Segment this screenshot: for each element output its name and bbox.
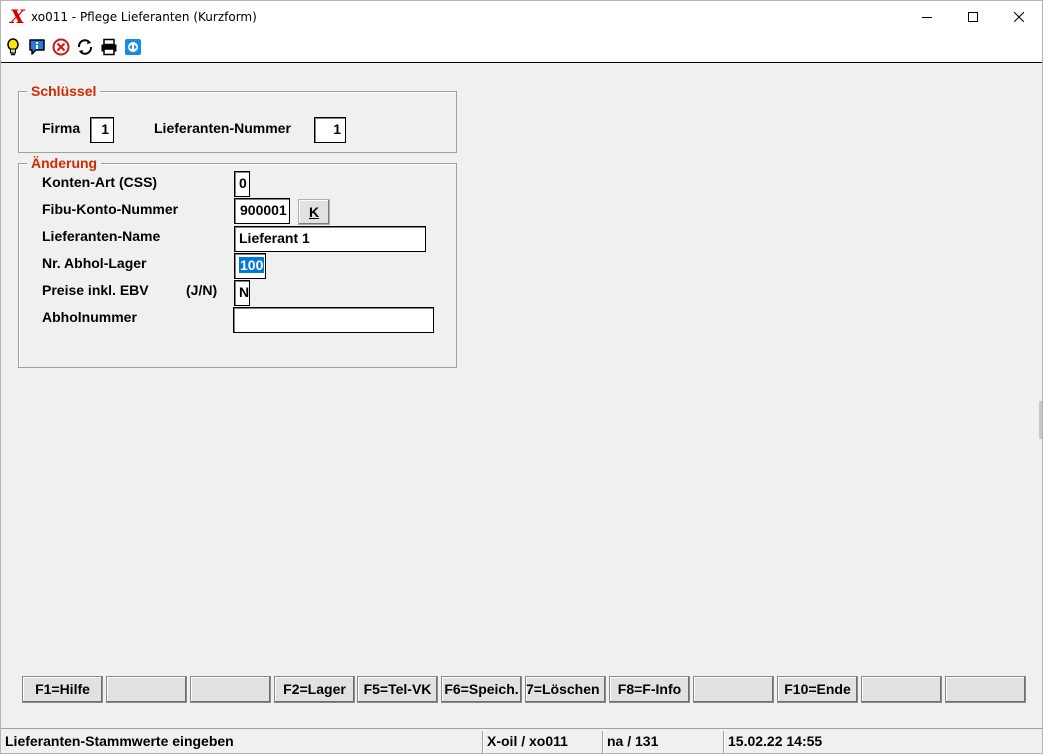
remote-support-icon[interactable] — [124, 38, 142, 56]
abhol-lager-selected-text: 100 — [239, 257, 265, 273]
lieferanten-name-label: Lieferanten-Name — [42, 228, 161, 244]
minimize-icon — [922, 16, 932, 18]
aenderung-group-title: Änderung — [27, 155, 102, 171]
lieferanten-name-field[interactable]: Lieferant 1 — [234, 226, 426, 252]
lieferanten-nummer-label: Lieferanten-Nummer — [154, 120, 291, 136]
fibu-konto-field[interactable]: 900001 — [234, 198, 290, 224]
preise-field[interactable]: N — [234, 280, 250, 306]
resize-edge — [1039, 401, 1042, 439]
close-button[interactable] — [996, 1, 1042, 32]
fkey-empty-button[interactable] — [106, 676, 187, 703]
f7-loeschen-button[interactable]: F7=Löschen — [525, 676, 606, 703]
abholnummer-field[interactable] — [233, 307, 434, 333]
status-message: Lieferanten-Stammwerte eingeben — [5, 733, 234, 749]
status-datetime: 15.02.22 14:55 — [723, 731, 1039, 753]
fibu-konto-label: Fibu-Konto-Nummer — [42, 201, 179, 217]
firma-field[interactable]: 1 — [90, 117, 114, 143]
f8-f-info-button[interactable]: F8=F-Info — [609, 676, 690, 703]
status-user: na / 131 — [602, 731, 722, 753]
printer-icon[interactable] — [100, 38, 118, 56]
app-logo-icon: X — [10, 6, 25, 28]
lightbulb-icon[interactable] — [4, 38, 22, 56]
f2-lager-button[interactable]: F2=Lager — [274, 676, 355, 703]
application-window: X xo011 - Pflege Lieferanten (Kurzform) — [0, 0, 1043, 754]
abhol-lager-field[interactable]: 100 — [234, 253, 266, 279]
maximize-icon — [968, 11, 978, 22]
fkey-empty-button[interactable] — [693, 676, 774, 703]
f5-tel-vk-button[interactable]: F5=Tel-VK — [357, 676, 438, 703]
close-icon — [1014, 11, 1024, 22]
abholnummer-label: Abholnummer — [42, 309, 137, 325]
status-bar: Lieferanten-Stammwerte eingeben X-oil / … — [1, 728, 1042, 753]
minimize-button[interactable] — [904, 1, 950, 32]
konten-art-label: Konten-Art (CSS) — [42, 174, 158, 190]
toolbar — [1, 33, 1042, 63]
schluessel-group-title: Schlüssel — [27, 83, 101, 99]
fkey-empty-button[interactable] — [861, 676, 942, 703]
fkey-empty-button[interactable] — [190, 676, 271, 703]
maximize-button[interactable] — [950, 1, 996, 32]
cancel-circle-icon[interactable] — [52, 38, 70, 56]
preise-label: Preise inkl. EBV — [42, 282, 149, 298]
lieferanten-nummer-field[interactable]: 1 — [314, 117, 346, 143]
firma-label: Firma — [42, 120, 81, 136]
info-icon[interactable] — [28, 38, 46, 56]
preise-hint: (J/N) — [186, 282, 218, 298]
f1-hilfe-button[interactable]: F1=Hilfe — [22, 676, 103, 703]
konto-lookup-button[interactable]: K — [298, 199, 330, 225]
window-title: xo011 - Pflege Lieferanten (Kurzform) — [31, 10, 257, 24]
f6-speichern-button[interactable]: F6=Speich. — [441, 676, 522, 703]
fkey-empty-button[interactable] — [945, 676, 1026, 703]
title-bar[interactable]: X xo011 - Pflege Lieferanten (Kurzform) — [1, 1, 1042, 33]
f10-ende-button[interactable]: F10=Ende — [777, 676, 858, 703]
status-program: X-oil / xo011 — [482, 731, 600, 753]
abhol-lager-label: Nr. Abhol-Lager — [42, 255, 147, 271]
refresh-icon[interactable] — [76, 38, 94, 56]
konten-art-field[interactable]: 0 — [234, 171, 250, 197]
